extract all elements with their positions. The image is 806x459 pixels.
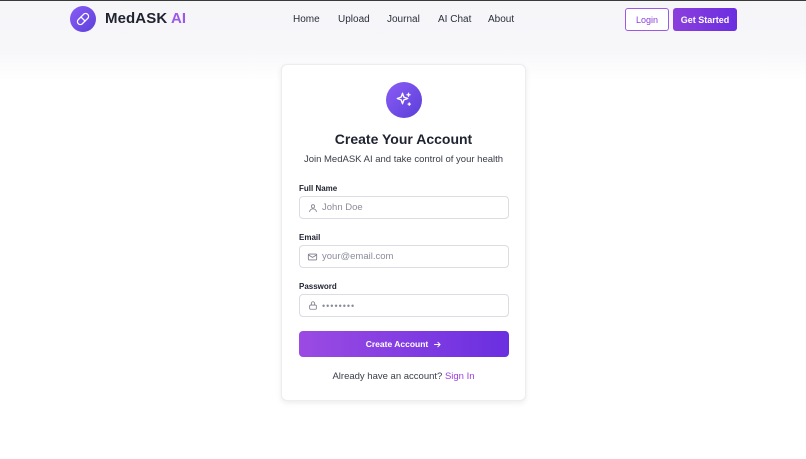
signup-card: Create Your Account Join MedASK AI and t… [281,64,526,401]
lock-icon [307,300,318,311]
user-icon [307,202,318,213]
password-input[interactable] [322,295,506,316]
email-label: Email [299,233,321,242]
password-label: Password [299,282,337,291]
arrow-right-icon [434,341,441,347]
top-navbar: MedASK AI Home Upload Journal AI Chat Ab… [0,1,806,38]
nav-upload[interactable]: Upload [338,14,370,25]
get-started-button[interactable]: Get Started [673,8,737,31]
create-account-label: Create Account [365,339,429,349]
signin-prompt-text: Already have an account? [332,371,443,382]
create-account-button[interactable]: Create Account [299,331,509,357]
card-icon-badge [386,82,422,118]
card-subtitle: Join MedASK AI and take control of your … [303,154,504,165]
mail-icon [307,251,318,262]
email-field [299,245,509,268]
full-name-field [299,196,509,219]
nav-home[interactable]: Home [293,14,320,25]
signin-prompt: Already have an account? Sign In [282,371,525,382]
sign-in-link[interactable]: Sign In [445,371,475,382]
full-name-label: Full Name [299,184,338,193]
email-input[interactable] [322,246,506,267]
card-title: Create Your Account [334,131,473,147]
password-field [299,294,509,317]
sparkles-icon [396,92,412,106]
login-button[interactable]: Login [625,8,669,31]
nav-about[interactable]: About [488,14,514,25]
nav-journal[interactable]: Journal [387,14,420,25]
nav-ai-chat[interactable]: AI Chat [438,14,471,25]
full-name-input[interactable] [322,197,506,218]
